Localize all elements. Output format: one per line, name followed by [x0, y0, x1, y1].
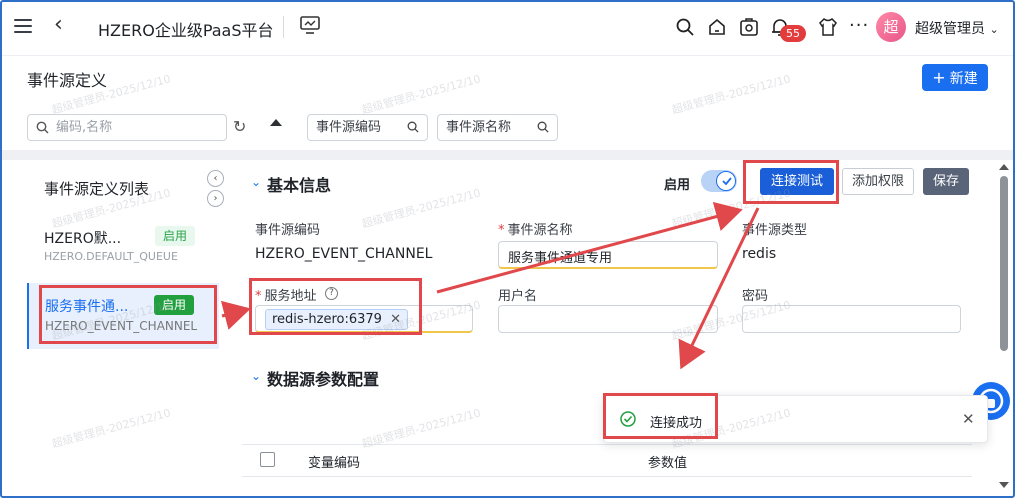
page-title: 事件源定义: [27, 71, 108, 90]
filter-name-input[interactable]: 事件源名称: [437, 114, 558, 141]
name-value[interactable]: 服务事件通道专用: [508, 247, 612, 266]
col-header-code: 变量编码: [308, 456, 361, 471]
app-title: HZERO企业级PaaS平台: [98, 21, 274, 40]
section-basic-title: 基本信息: [267, 176, 332, 195]
menu-icon[interactable]: [14, 19, 32, 33]
scrollbar-thumb[interactable]: [1000, 176, 1008, 351]
new-button[interactable]: + 新建: [922, 64, 988, 91]
user-name[interactable]: 超级管理员 ⌄: [915, 18, 999, 38]
code-value: HZERO_EVENT_CHANNEL: [255, 246, 433, 262]
annotation-box-toast: [603, 393, 718, 439]
list-item-code: HZERO.DEFAULT_QUEUE: [44, 250, 178, 263]
password-label: 密码: [742, 289, 769, 304]
back-icon[interactable]: ‹: [54, 14, 63, 36]
scroll-down-icon[interactable]: [999, 482, 1009, 488]
add-permission-button[interactable]: 添加权限: [842, 168, 914, 195]
list-title: 事件源定义列表: [44, 180, 150, 198]
col-header-value: 参数值: [648, 456, 688, 471]
scroll-up-icon[interactable]: [999, 164, 1009, 170]
watermark: 超级管理员-2025/12/10: [360, 72, 483, 117]
expand-right-icon[interactable]: ›: [207, 190, 224, 207]
chevron-down-icon[interactable]: ⌄: [251, 369, 261, 383]
username-field[interactable]: [498, 305, 718, 333]
annotation-box-test-button: [743, 160, 839, 204]
chevron-down-icon[interactable]: ⌄: [251, 175, 261, 189]
annotation-box-address: [249, 278, 422, 335]
search-input[interactable]: 编码,名称: [27, 114, 227, 141]
enable-label: 启用: [664, 178, 691, 193]
watermark: 超级管理员-2025/12/10: [670, 72, 793, 117]
code-label: 事件源编码: [255, 223, 321, 238]
monitor-icon[interactable]: [300, 16, 320, 34]
avatar[interactable]: 超: [876, 12, 906, 42]
refresh-icon[interactable]: ↻: [233, 117, 246, 136]
filter-code-input[interactable]: 事件源编码: [307, 114, 428, 141]
collapse-left-icon[interactable]: ‹: [207, 170, 224, 187]
home-icon[interactable]: [707, 17, 727, 37]
shirt-icon[interactable]: [818, 17, 838, 37]
content-separator: [2, 150, 1013, 160]
password-field[interactable]: [742, 305, 961, 333]
section-params-title: 数据源参数配置: [267, 370, 380, 389]
settings-box-icon[interactable]: [739, 17, 759, 37]
divider: [283, 16, 284, 38]
more-icon[interactable]: ···: [849, 15, 869, 36]
collapse-triangle-icon[interactable]: [270, 119, 282, 126]
name-label: * 事件源名称: [498, 223, 573, 238]
username-label: 用户名: [498, 289, 538, 304]
list-item-name[interactable]: HZERO默...: [44, 228, 121, 248]
close-icon[interactable]: ✕: [962, 410, 975, 428]
search-icon[interactable]: [675, 17, 695, 37]
annotation-box-list-item: [39, 285, 217, 344]
save-button[interactable]: 保存: [923, 168, 969, 195]
notification-badge: 55: [780, 25, 806, 42]
type-label: 事件源类型: [742, 223, 808, 238]
type-value: redis: [742, 246, 777, 262]
enable-switch[interactable]: [701, 170, 737, 192]
select-all-checkbox[interactable]: [260, 452, 275, 467]
status-badge: 启用: [155, 226, 196, 246]
